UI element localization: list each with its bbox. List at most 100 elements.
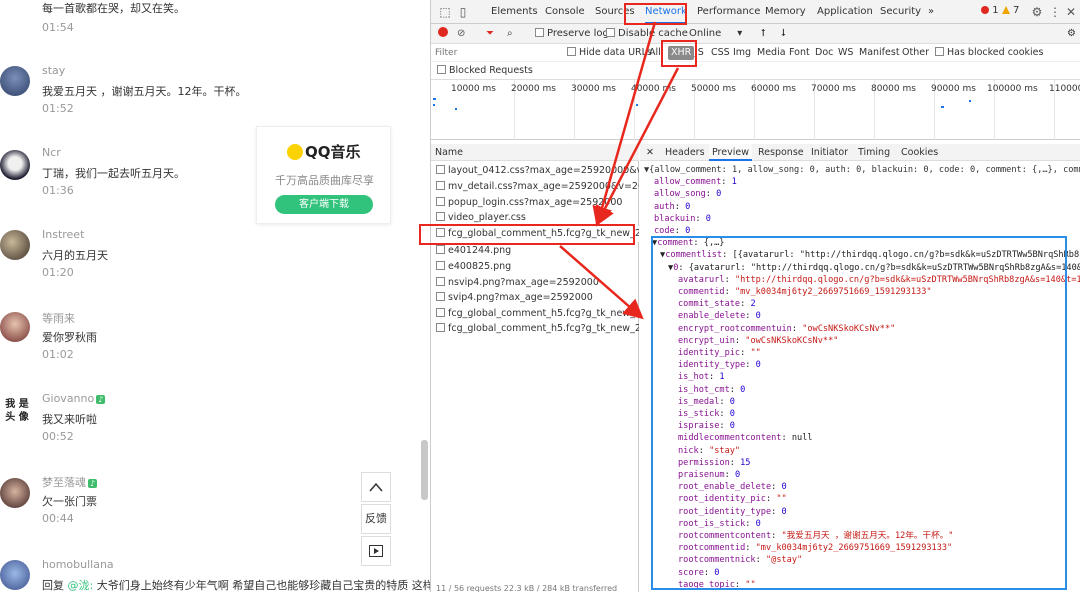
disable-cache-label: Disable cache [618, 28, 688, 39]
feedback-button[interactable]: 反馈 [361, 504, 391, 534]
request-name: video_player.css [448, 212, 526, 223]
clear-button[interactable]: ⊘ [457, 26, 465, 42]
detail-tab-bar: ✕ Headers Preview Response Initiator Tim… [640, 144, 1080, 161]
filter-other[interactable]: Other [902, 46, 929, 60]
tab-initiator[interactable]: Initiator [811, 144, 848, 161]
filter-toggle-button[interactable]: ⏷ [486, 26, 494, 42]
tab-performance[interactable]: Performance [697, 0, 760, 24]
comment-nick-label[interactable]: 梦至落魂 [42, 476, 86, 489]
annotation-comment-data [651, 236, 1067, 590]
request-name: mv_detail.css?max_age=2592000&v=2018... [448, 181, 639, 192]
request-row[interactable]: nsvip4.png?max_age=2592000 [431, 275, 639, 291]
request-row[interactable]: fcg_global_comment_h5.fcg?g_tk_new_2020.… [431, 321, 639, 337]
export-har-button[interactable]: ⭣ [781, 26, 786, 42]
record-button[interactable] [438, 27, 448, 43]
comment-nick[interactable]: Giovanno ♪ [42, 392, 106, 405]
tab-application[interactable]: Application [817, 0, 873, 24]
comment-nick[interactable]: Ncr [42, 146, 61, 159]
avatar[interactable] [0, 230, 30, 260]
vip-badge-icon: ♪ [88, 478, 98, 488]
tab-timing[interactable]: Timing [858, 144, 890, 161]
tab-response[interactable]: Response [758, 144, 804, 161]
avatar[interactable] [0, 560, 30, 590]
filter-font[interactable]: Font [789, 46, 810, 60]
filter-media[interactable]: Media [757, 46, 786, 60]
json-separator: : [674, 226, 686, 236]
back-to-top-button[interactable] [361, 472, 391, 502]
request-row[interactable]: mv_detail.css?max_age=2592000&v=2018... [431, 179, 639, 195]
reply-mention-link[interactable]: @泷: [68, 579, 94, 592]
video-button[interactable] [361, 536, 391, 566]
client-download-button[interactable]: 客户端下载 [275, 195, 373, 214]
avatar[interactable] [0, 150, 30, 180]
gear-icon[interactable]: ⚙ [1029, 4, 1045, 20]
request-row[interactable]: e400825.png [431, 259, 639, 275]
avatar[interactable] [0, 312, 30, 342]
checkbox-icon [567, 47, 576, 56]
close-detail-button[interactable]: ✕ [646, 144, 654, 161]
timeline-tick: 50000 ms [691, 84, 736, 94]
close-icon[interactable]: ✕ [1063, 4, 1079, 20]
json-value: 0 [685, 226, 691, 236]
comment-text: 回复 @泷: 大爷们身上始终有少年气啊 希望自己也能够珍藏自己宝贵的特质 这样 [42, 577, 430, 592]
timeline-tick: 70000 ms [811, 84, 856, 94]
has-blocked-cookies-checkbox[interactable]: Has blocked cookies [935, 46, 1043, 60]
qq-music-slogan: 千万高品质曲库尽享 [275, 174, 374, 187]
hide-data-urls-checkbox[interactable]: Hide data URLs [567, 46, 652, 60]
preserve-log-checkbox[interactable]: Preserve log [535, 26, 609, 42]
tab-security[interactable]: Security [880, 0, 921, 24]
comment-time: 00:52 [42, 430, 74, 443]
timeline-tick: 90000 ms [931, 84, 976, 94]
comment-nick[interactable]: stay [42, 64, 65, 77]
json-line[interactable]: ▼{allow_comment: 1, allow_song: 0, auth:… [644, 164, 1080, 176]
more-menu-icon[interactable]: ⋮ [1047, 4, 1063, 20]
filter-doc[interactable]: Doc [815, 46, 833, 60]
timeline-tick: 110000 [1049, 84, 1080, 94]
tab-preview[interactable]: Preview [709, 144, 752, 161]
more-tabs-button[interactable]: » [928, 0, 934, 24]
request-row[interactable]: fcg_global_comment_h5.fcg?g_tk_new_2020.… [431, 306, 639, 322]
filter-all[interactable]: All [649, 46, 661, 60]
filter-css[interactable]: CSS [711, 46, 730, 60]
comment-nick[interactable]: homobullana [42, 558, 114, 571]
error-warning-counter[interactable]: 1 7 [981, 5, 1019, 16]
request-name: e400825.png [448, 261, 512, 272]
reply-prefix: 回复 [42, 579, 68, 592]
timeline-request-bar [455, 108, 457, 110]
timeline-tick: 60000 ms [751, 84, 796, 94]
import-har-button[interactable]: ⭡ [761, 26, 766, 42]
comment-nick[interactable]: Instreet [42, 228, 84, 241]
tab-headers[interactable]: Headers [665, 144, 705, 161]
tab-memory[interactable]: Memory [765, 0, 806, 24]
network-settings-button[interactable]: ⚙ [1067, 26, 1076, 42]
device-toolbar-icon[interactable]: ▯ [455, 4, 471, 20]
comment-nick-label[interactable]: Giovanno [42, 392, 94, 405]
page-scrollbar[interactable] [421, 440, 428, 500]
gear-icon: ⚙ [1067, 28, 1076, 39]
network-overview[interactable]: 10000 ms 20000 ms 30000 ms 40000 ms 5000… [431, 80, 1080, 140]
tab-cookies[interactable]: Cookies [901, 144, 938, 161]
tab-elements[interactable]: Elements [491, 0, 538, 24]
comment-text: 六月的五月天 [42, 249, 108, 262]
json-line: auth: 0 [654, 201, 690, 213]
name-column-header[interactable]: Name [431, 144, 639, 161]
avatar[interactable]: 我 是 头 像 [0, 396, 34, 426]
inspect-element-icon[interactable]: ⬚ [437, 4, 453, 20]
filter-ws[interactable]: WS [838, 46, 853, 60]
request-row[interactable]: svip4.png?max_age=2592000 [431, 290, 639, 306]
json-line: allow_comment: 1 [654, 176, 737, 188]
request-name: popup_login.css?max_age=2592000 [448, 197, 623, 208]
comment-nick[interactable]: 梦至落魂 ♪ [42, 474, 98, 490]
comment-nick[interactable]: 等雨来 [42, 310, 75, 326]
request-row[interactable]: layout_0412.css?max_age=25920000&v=2... [431, 163, 639, 179]
filter-img[interactable]: Img [733, 46, 751, 60]
request-row[interactable]: e401244.png [431, 243, 639, 259]
filter-input[interactable] [435, 46, 557, 60]
avatar[interactable] [0, 66, 30, 96]
blocked-requests-checkbox[interactable]: Blocked Requests [437, 64, 533, 78]
search-button[interactable]: ⌕ [507, 26, 513, 42]
request-row[interactable]: popup_login.css?max_age=2592000 [431, 195, 639, 211]
avatar[interactable] [0, 478, 30, 508]
tab-console[interactable]: Console [545, 0, 585, 24]
filter-manifest[interactable]: Manifest [859, 46, 900, 60]
